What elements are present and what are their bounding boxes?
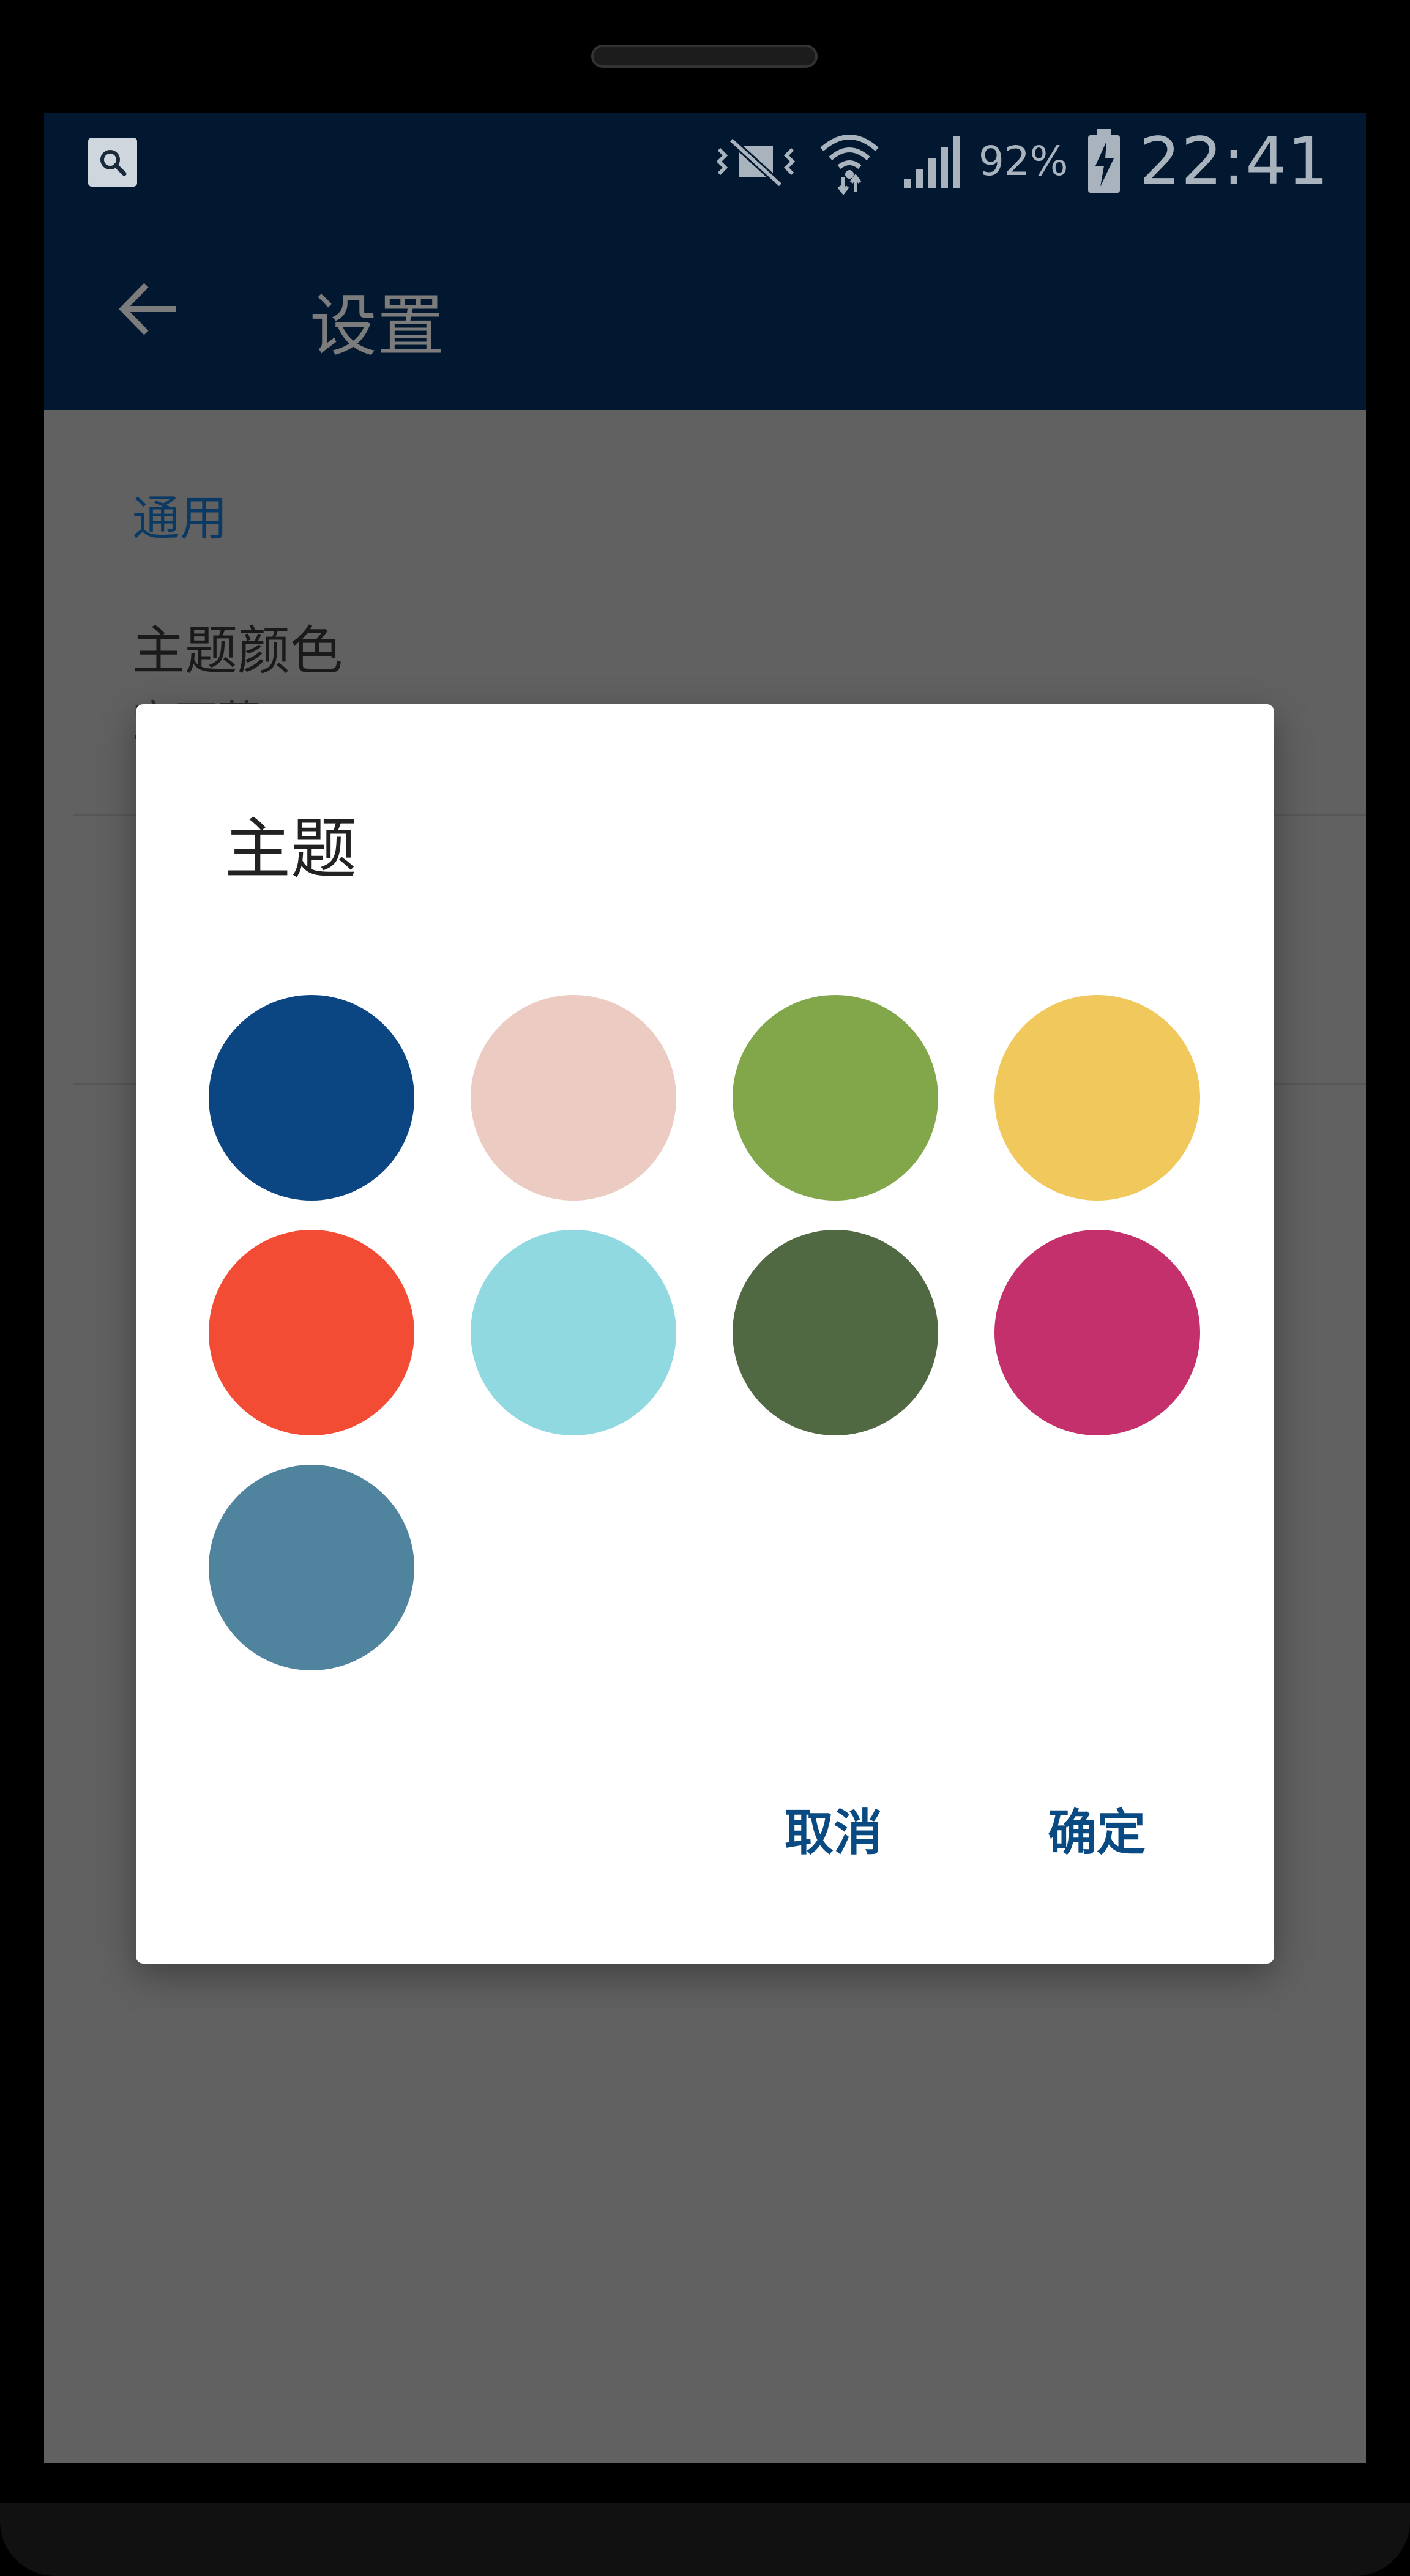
battery-percent: 92% xyxy=(978,138,1069,185)
color-swatch-4[interactable] xyxy=(994,995,1200,1201)
status-bar: 92% 22:41 xyxy=(44,113,1366,209)
screen: 92% 22:41 设置 通用 主题颜色 宝石蓝 xyxy=(44,113,1366,2463)
theme-dialog: 主题 取消 确定 xyxy=(136,704,1274,1964)
vibrate-icon xyxy=(716,137,796,187)
earpiece-speaker xyxy=(591,45,818,68)
color-swatch-6[interactable] xyxy=(471,1230,676,1435)
status-icons: 92% 22:41 xyxy=(713,113,1329,209)
app-bar xyxy=(44,209,1366,410)
color-swatch-8[interactable] xyxy=(994,1230,1200,1435)
color-swatch-5[interactable] xyxy=(209,1230,414,1435)
page-title: 设置 xyxy=(310,287,444,365)
arrow-left-icon xyxy=(119,283,176,335)
signal-icon xyxy=(903,135,960,188)
bottom-edge xyxy=(0,2503,1410,2576)
color-swatch-7[interactable] xyxy=(733,1230,938,1435)
status-clock: 22:41 xyxy=(1139,124,1329,199)
back-button[interactable] xyxy=(105,266,191,352)
phone-device: 92% 22:41 设置 通用 主题颜色 宝石蓝 xyxy=(0,0,1410,2576)
color-swatch-9[interactable] xyxy=(209,1465,414,1670)
cancel-button[interactable]: 取消 xyxy=(785,1793,882,1864)
color-swatch-2[interactable] xyxy=(471,995,676,1201)
color-swatch-3[interactable] xyxy=(733,995,938,1201)
wifi-icon xyxy=(820,134,879,195)
confirm-button[interactable]: 确定 xyxy=(1048,1793,1146,1864)
preference-title: 主题颜色 xyxy=(132,620,343,682)
section-header-general: 通用 xyxy=(132,491,228,546)
battery-charging-icon xyxy=(1087,128,1120,193)
search-notification-icon xyxy=(88,138,137,187)
color-swatch-1[interactable] xyxy=(209,995,414,1201)
dialog-title: 主题 xyxy=(225,811,357,888)
